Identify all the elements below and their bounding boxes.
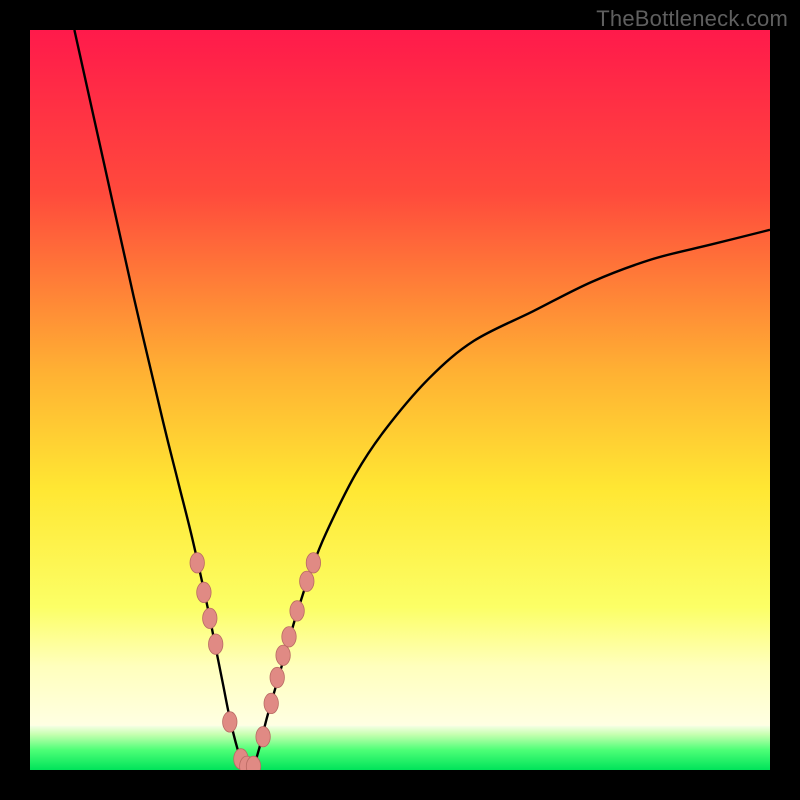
watermark-text: TheBottleneck.com	[596, 6, 788, 32]
highlighted-point	[256, 727, 270, 747]
highlighted-point	[282, 627, 296, 647]
highlighted-point	[300, 571, 314, 591]
highlighted-point	[290, 601, 304, 621]
highlighted-points-group	[190, 553, 321, 770]
highlighted-point	[209, 634, 223, 654]
plot-area	[30, 30, 770, 770]
highlighted-point	[223, 712, 237, 732]
chart-frame: TheBottleneck.com	[0, 0, 800, 800]
bottleneck-curve	[74, 30, 770, 770]
highlighted-point	[264, 693, 278, 713]
curve-layer	[30, 30, 770, 770]
highlighted-point	[190, 553, 204, 573]
highlighted-point	[203, 608, 217, 628]
highlighted-point	[270, 667, 284, 687]
highlighted-point	[276, 645, 290, 665]
highlighted-point	[197, 582, 211, 602]
highlighted-point	[306, 553, 320, 573]
